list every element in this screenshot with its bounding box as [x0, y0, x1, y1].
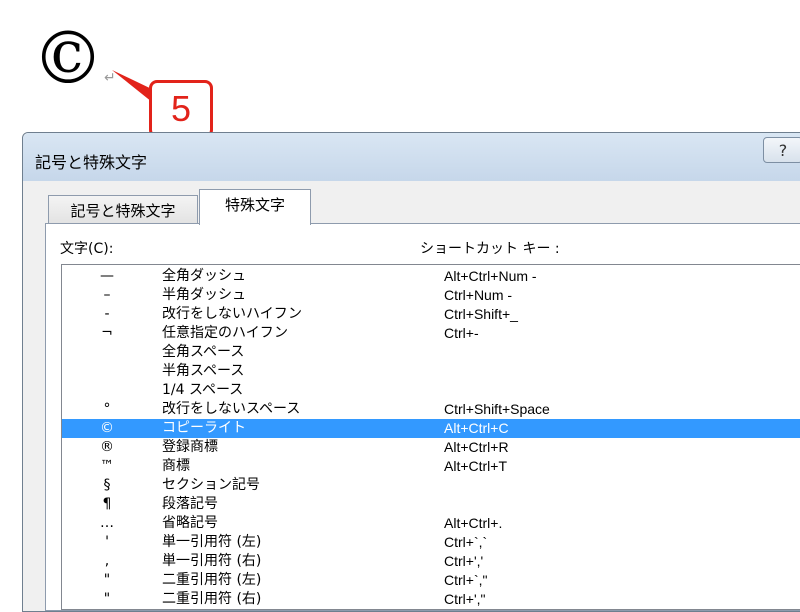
character-name: 半角ダッシュ — [162, 287, 246, 303]
list-item[interactable]: ° 改行をしないスペース Ctrl+Shift+Space — [62, 400, 800, 419]
character-name: 登録商標 — [162, 439, 218, 455]
character-name: コピーライト — [162, 420, 246, 436]
character-symbol: § — [103, 477, 111, 493]
character-name: 全角スペース — [162, 344, 245, 360]
shortcut-key: Ctrl+`," — [444, 572, 488, 588]
shortcut-key: Ctrl+Shift+_ — [444, 306, 518, 322]
character-symbol: ° — [103, 401, 111, 417]
character-name: セクション記号 — [162, 477, 260, 493]
character-symbol: ™ — [100, 458, 114, 474]
tab-special-characters[interactable]: 特殊文字 — [199, 189, 311, 225]
dialog-titlebar[interactable]: 記号と特殊文字 ? — [23, 133, 800, 181]
character-name: 改行をしないハイフン — [162, 306, 302, 322]
list-item[interactable]: § セクション記号 — [62, 476, 800, 495]
character-name: 商標 — [162, 458, 190, 474]
list-item[interactable]: " 二重引用符 (左) Ctrl+`," — [62, 571, 800, 590]
character-symbol: , — [104, 553, 110, 569]
character-name: 任意指定のハイフン — [162, 325, 288, 341]
list-item[interactable]: , 単一引用符 (右) Ctrl+',' — [62, 552, 800, 571]
help-button[interactable]: ? — [763, 137, 800, 163]
list-item[interactable]: ' 単一引用符 (左) Ctrl+`,` — [62, 533, 800, 552]
column-header-shortcut: ショートカット キー : — [420, 241, 560, 257]
shortcut-key: Ctrl+- — [444, 325, 479, 341]
character-name: 段落記号 — [162, 496, 218, 512]
shortcut-key: Alt+Ctrl+R — [444, 439, 509, 455]
list-item[interactable]: ™ 商標 Alt+Ctrl+T — [62, 457, 800, 476]
shortcut-key: Alt+Ctrl+. — [444, 515, 503, 531]
special-characters-page: 文字(C): ショートカット キー : — 全角ダッシュ Alt+Ctrl+Num … — [45, 223, 800, 611]
character-symbol: – — [103, 287, 111, 303]
list-item[interactable]: … 省略記号 Alt+Ctrl+. — [62, 514, 800, 533]
step-number: 5 — [170, 88, 192, 129]
list-item[interactable]: ¶ 段落記号 — [62, 495, 800, 514]
character-symbol: - — [104, 306, 110, 322]
character-symbol: … — [100, 515, 114, 531]
character-name: 省略記号 — [162, 515, 218, 531]
character-symbol: ¬ — [101, 325, 113, 341]
symbol-dialog: 記号と特殊文字 ? 記号と特殊文字 特殊文字 文字(C): ショートカット キー… — [22, 132, 800, 612]
list-item[interactable]: – 半角ダッシュ Ctrl+Num - — [62, 286, 800, 305]
shortcut-key: Ctrl+',' — [444, 553, 484, 569]
list-item[interactable]: ¬ 任意指定のハイフン Ctrl+- — [62, 324, 800, 343]
shortcut-key: Alt+Ctrl+Num - — [444, 268, 537, 284]
list-item[interactable]: © コピーライト Alt+Ctrl+C — [62, 419, 800, 438]
character-symbol: — — [100, 268, 114, 284]
dialog-title: 記号と特殊文字 — [35, 153, 148, 172]
list-item[interactable]: ® 登録商標 Alt+Ctrl+R — [62, 438, 800, 457]
character-name: 単一引用符 (右) — [162, 553, 262, 569]
character-symbol: ' — [105, 534, 109, 550]
list-item[interactable]: 全角スペース — [62, 343, 800, 362]
special-character-list[interactable]: — 全角ダッシュ Alt+Ctrl+Num - – 半角ダッシュ Ctrl+Num - - 改… — [61, 264, 800, 610]
shortcut-key: Ctrl+Shift+Space — [444, 401, 550, 417]
character-name: 半角スペース — [162, 363, 245, 379]
column-header-character: 文字(C): — [60, 241, 114, 257]
character-name: 1/4 スペース — [162, 382, 244, 398]
list-item[interactable]: 半角スペース — [62, 362, 800, 381]
character-name: 改行をしないスペース — [162, 401, 301, 417]
shortcut-key: Alt+Ctrl+C — [444, 420, 509, 436]
shortcut-key: Ctrl+Num - — [444, 287, 513, 303]
step-callout: 5 — [149, 80, 213, 138]
tab-symbols[interactable]: 記号と特殊文字 — [48, 195, 198, 223]
list-item[interactable]: — 全角ダッシュ Alt+Ctrl+Num - — [62, 267, 800, 286]
character-symbol: © — [100, 420, 114, 436]
character-name: 二重引用符 (左) — [162, 572, 262, 588]
shortcut-key: Alt+Ctrl+T — [444, 458, 508, 474]
character-name: 全角ダッシュ — [162, 268, 246, 284]
shortcut-key: Ctrl+`,` — [444, 534, 488, 550]
list-item[interactable]: 1/4 スペース — [62, 381, 800, 400]
character-name: 単一引用符 (左) — [162, 534, 262, 550]
character-symbol: ¶ — [102, 496, 112, 512]
character-symbol: " — [103, 572, 111, 588]
character-symbol: ® — [100, 439, 114, 455]
list-item[interactable]: - 改行をしないハイフン Ctrl+Shift+_ — [62, 305, 800, 324]
dialog-body: 記号と特殊文字 特殊文字 文字(C): ショートカット キー : — 全角ダッシュ… — [23, 181, 800, 611]
